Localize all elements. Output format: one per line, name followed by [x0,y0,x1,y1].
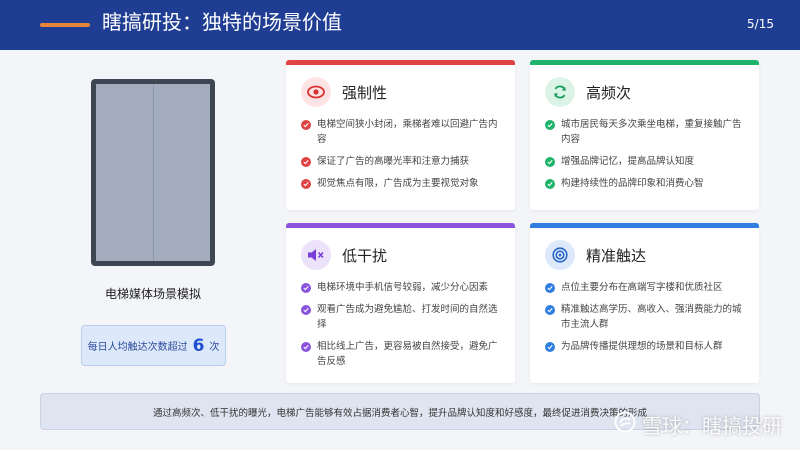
card-title: 精准触达 [586,247,647,265]
check-icon [301,341,311,352]
list-item: 保证了广告的高曝光率和注意力捕获 [301,154,505,169]
daily-reach-stat: 每日人均触达次数超过 6 次 [81,325,226,366]
check-icon [545,156,555,167]
card-accent-bar [530,223,759,228]
mute-icon [301,240,331,270]
refresh-icon [545,77,575,107]
summary-text: 通过高频次、低干扰的曝光，电梯广告能够有效占据消费者心智，提升品牌认知度和好感度… [152,407,647,419]
list-item: 观看广告成为避免尴尬、打发时间的自然选择 [301,302,505,332]
check-icon [301,282,311,293]
stat-suffix: 次 [209,342,220,353]
list-item: 构建持续性的品牌印象和消费心智 [545,176,749,191]
card-list: 点位主要分布在高端写字楼和优质社区 精准触达高学历、高收入、强消费能力的城市主流… [545,280,749,361]
list-item: 精准触达高学历、高收入、强消费能力的城市主流人群 [545,302,749,332]
card-accent-bar [286,223,515,228]
card-mandatory: 强制性 电梯空间狭小封闭，乘梯者难以回避广告内容 保证了广告的高曝光率和注意力捕… [286,60,515,210]
elevator-caption: 电梯媒体场景模拟 [104,287,201,301]
elevator-illustration [91,79,215,266]
stat-prefix: 每日人均触达次数超过 [87,342,188,353]
card-list: 城市居民每天多次乘坐电梯，重复接触广告内容 增强品牌记忆，提高品牌认知度 构建持… [545,117,749,198]
watermark-text: 雪球：瞎搞投研 [642,414,782,438]
check-icon [545,341,555,352]
card-list: 电梯环境中手机信号较弱，减少分心因素 观看广告成为避免尴尬、打发时间的自然选择 … [301,280,505,376]
slide-header: 瞎搞研投：独特的场景价值 5/15 [0,0,800,50]
check-icon [545,119,555,130]
check-icon [301,156,311,167]
list-item: 相比线上广告，更容易被自然接受，避免广告反感 [301,339,505,369]
snowball-logo-icon [614,411,636,438]
list-item: 电梯环境中手机信号较弱，减少分心因素 [301,280,505,295]
elevator-door-seam [153,84,154,261]
elevator-doors [96,84,210,261]
list-item: 电梯空间狭小封闭，乘梯者难以回避广告内容 [301,117,505,147]
card-high-frequency: 高频次 城市居民每天多次乘坐电梯，重复接触广告内容 增强品牌记忆，提高品牌认知度… [530,60,759,210]
list-item: 点位主要分布在高端写字楼和优质社区 [545,280,749,295]
list-item: 城市居民每天多次乘坐电梯，重复接触广告内容 [545,117,749,147]
check-icon [301,178,311,189]
card-list: 电梯空间狭小封闭，乘梯者难以回避广告内容 保证了广告的高曝光率和注意力捕获 视觉… [301,117,505,198]
card-precise-reach: 精准触达 点位主要分布在高端写字楼和优质社区 精准触达高学历、高收入、强消费能力… [530,223,759,383]
check-icon [545,282,555,293]
check-icon [301,119,311,130]
target-icon [545,240,575,270]
list-item: 视觉焦点有限，广告成为主要视觉对象 [301,176,505,191]
eye-icon [301,77,331,107]
page-number: 5/15 [747,17,774,31]
check-icon [545,178,555,189]
header-accent-line [40,23,90,27]
card-title: 高频次 [586,84,632,102]
check-icon [545,304,555,315]
card-accent-bar [530,60,759,65]
list-item: 为品牌传播提供理想的场景和目标人群 [545,339,749,354]
check-icon [301,304,311,315]
list-item: 增强品牌记忆，提高品牌认知度 [545,154,749,169]
stat-number: 6 [192,335,205,356]
card-low-interference: 低干扰 电梯环境中手机信号较弱，减少分心因素 观看广告成为避免尴尬、打发时间的自… [286,223,515,383]
card-accent-bar [286,60,515,65]
slide-title: 瞎搞研投：独特的场景价值 [102,10,342,34]
watermark: 雪球：瞎搞投研 [614,410,782,439]
card-title: 低干扰 [342,247,388,265]
card-title: 强制性 [342,84,388,102]
